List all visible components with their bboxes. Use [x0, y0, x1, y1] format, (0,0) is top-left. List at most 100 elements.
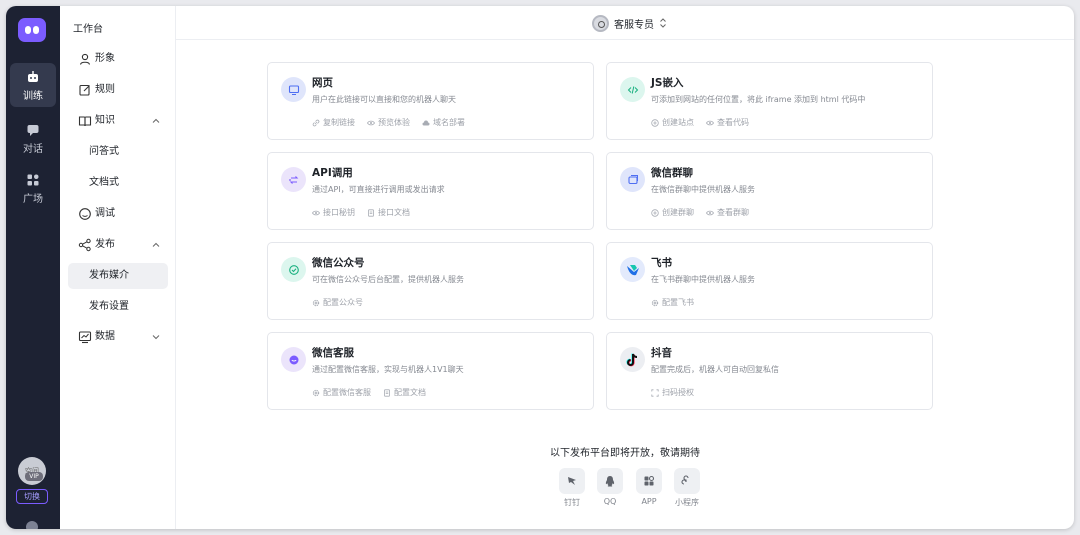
menu-title: 工作台	[73, 24, 103, 35]
gear-icon	[312, 299, 320, 307]
share-icon	[78, 238, 91, 252]
agent-avatar-icon	[592, 14, 609, 32]
menu-item-publish[interactable]: 发布	[68, 232, 168, 258]
vip-badge: VIP	[25, 472, 43, 481]
dingtalk-icon	[559, 468, 585, 494]
coming-soon-item: 小程序	[674, 468, 700, 508]
menu-item-data[interactable]: 数据	[68, 324, 168, 350]
menu-item-document[interactable]: 文档式	[68, 170, 168, 196]
top-bar: 客服专员	[176, 6, 1074, 40]
card-action-label: 预览体验	[378, 118, 410, 127]
primary-sidebar: 训练 对话 广场 空间 VIP 切换	[6, 6, 60, 529]
card-title: 飞书	[651, 257, 672, 269]
card-api[interactable]: API调用 通过API，可直接进行调用或发出请求 接口秘钥 接口文档	[267, 152, 594, 230]
card-action-label: 配置飞书	[662, 298, 694, 307]
card-action-link[interactable]: 预览体验	[367, 117, 410, 128]
menu-item-debug[interactable]: 调试	[68, 201, 168, 227]
menu-item-label: 规则	[95, 84, 115, 95]
card-action-label: 配置微信客服	[323, 388, 371, 397]
menu-item-publish-settings[interactable]: 发布设置	[68, 294, 168, 320]
card-description: 通过配置微信客服，实现与机器人1V1聊天	[312, 365, 464, 374]
card-action-link[interactable]: 创建站点	[651, 117, 694, 128]
rail-item-chat[interactable]: 对话	[10, 116, 56, 160]
card-title: 微信客服	[312, 347, 354, 359]
card-actions: 创建站点 查看代码	[651, 117, 749, 128]
book-icon	[78, 116, 92, 127]
eye-icon	[706, 209, 714, 217]
card-action-link[interactable]: 配置飞书	[651, 297, 694, 308]
menu-item-qa[interactable]: 问答式	[68, 139, 168, 165]
coming-soon-item: 钉钉	[559, 468, 585, 508]
menu-item-publish-media[interactable]: 发布媒介	[68, 263, 168, 289]
rail-item-train[interactable]: 训练	[10, 63, 56, 107]
chat-icon	[79, 208, 91, 220]
card-description: 在微信群聊中提供机器人服务	[651, 185, 755, 194]
card-title: 网页	[312, 77, 333, 89]
agent-switcher[interactable]: 客服专员	[592, 13, 667, 33]
wechat-official-icon	[281, 257, 306, 282]
card-action-link[interactable]: 查看代码	[706, 117, 749, 128]
menu-item-label: 问答式	[89, 146, 119, 157]
card-action-label: 查看代码	[717, 118, 749, 127]
card-js-embed[interactable]: JS嵌入可添加到网站的任何位置，将此 iframe 添加到 html 代码中 创建…	[606, 62, 933, 140]
card-douyin[interactable]: 抖音配置完成后，机器人可自动回复私信扫码授权	[606, 332, 933, 410]
coming-soon-label: 小程序	[675, 498, 699, 507]
card-title: 抖音	[651, 347, 672, 359]
coming-soon-title: 以下发布平台即将开放，敬请期待	[550, 448, 700, 459]
card-webpage[interactable]: 网页用户在此链接可以直接和您的机器人聊天 复制链接 预览体验 域名部署	[267, 62, 594, 140]
card-action-link[interactable]: 创建群聊	[651, 207, 694, 218]
switch-arrows-icon	[660, 18, 666, 28]
card-wechat-official[interactable]: 微信公众号 可在微信公众号后台配置，提供机器人服务 配置公众号	[267, 242, 594, 320]
rail-item-label: 对话	[23, 144, 43, 155]
card-actions: 创建群聊 查看群聊	[651, 207, 749, 218]
card-wechat-service[interactable]: 微信客服通过配置微信客服，实现与机器人1V1聊天配置微信客服 配置文档	[267, 332, 594, 410]
card-title: JS嵌入	[651, 77, 684, 89]
card-action-link[interactable]: 配置公众号	[312, 297, 363, 308]
card-description: 可在微信公众号后台配置，提供机器人服务	[312, 275, 464, 284]
menu-item-label: 数据	[95, 331, 115, 342]
card-description: 用户在此链接可以直接和您的机器人聊天	[312, 95, 456, 104]
eye-icon	[312, 209, 320, 217]
card-description: 可添加到网站的任何位置，将此 iframe 添加到 html 代码中	[651, 95, 866, 104]
card-action-label: 接口文档	[378, 208, 410, 217]
switch-button[interactable]: 切换	[16, 489, 48, 504]
card-feishu[interactable]: 飞书 在飞书群聊中提供机器人服务 配置飞书	[606, 242, 933, 320]
menu-item-label: 发布设置	[89, 301, 129, 312]
card-action-link[interactable]: 域名部署	[422, 117, 465, 128]
menu-item-rules[interactable]: 规则	[68, 77, 168, 103]
card-actions: 扫码授权	[651, 387, 694, 398]
card-actions: 配置微信客服 配置文档	[312, 387, 426, 398]
card-action-link[interactable]: 配置文档	[383, 387, 426, 398]
card-action-link[interactable]: 复制链接	[312, 117, 355, 128]
feishu-icon	[620, 257, 645, 282]
app-logo[interactable]	[18, 18, 46, 42]
card-title: API调用	[312, 167, 353, 179]
rail-item-label: 训练	[23, 91, 43, 102]
menu-item-knowledge[interactable]: 知识	[68, 108, 168, 134]
card-action-link[interactable]: 扫码授权	[651, 387, 694, 398]
card-description: 配置完成后，机器人可自动回复私信	[651, 365, 779, 374]
menu-item-label: 形象	[95, 53, 115, 64]
card-action-link[interactable]: 接口文档	[367, 207, 410, 218]
wechat-service-icon	[281, 347, 306, 372]
secondary-sidebar: 工作台 形象 规则 知识 问答式 文档式 调试 发布 发布媒介 发布设置 数据	[60, 6, 176, 529]
doc-icon	[383, 388, 391, 397]
card-action-link[interactable]: 查看群聊	[706, 207, 749, 218]
card-wechat-group[interactable]: 微信群聊在微信群聊中提供机器人服务 创建群聊 查看群聊	[606, 152, 933, 230]
menu-item-avatar[interactable]: 形象	[68, 46, 168, 72]
menu-item-label: 知识	[95, 115, 115, 126]
rail-item-plaza[interactable]: 广场	[10, 166, 56, 210]
card-action-link[interactable]: 配置微信客服	[312, 387, 371, 398]
monitor-icon	[281, 77, 306, 102]
card-title: 微信群聊	[651, 167, 693, 179]
card-actions: 配置飞书	[651, 297, 694, 308]
scan-icon	[651, 388, 659, 397]
gear-icon	[651, 299, 659, 307]
card-action-link[interactable]: 接口秘钥	[312, 207, 355, 218]
settings-icon[interactable]	[26, 521, 38, 529]
chart-icon	[78, 331, 92, 344]
agent-name: 客服专员	[614, 19, 654, 31]
eye-icon	[706, 119, 714, 127]
user-icon	[79, 53, 91, 65]
card-action-label: 扫码授权	[662, 388, 694, 397]
